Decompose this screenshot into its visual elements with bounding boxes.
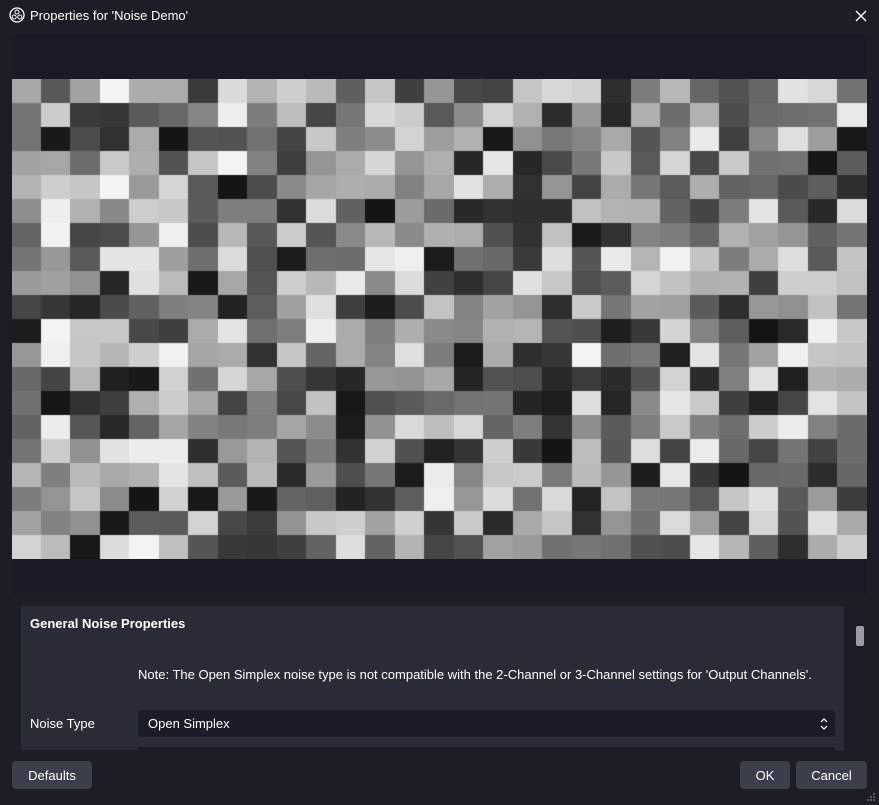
cancel-button[interactable]: Cancel: [796, 761, 867, 789]
close-icon: [855, 10, 867, 22]
title-bar: Properties for 'Noise Demo': [0, 0, 879, 32]
scrollbar-thumb[interactable]: [856, 626, 864, 646]
obs-logo-icon: [9, 7, 25, 23]
compatibility-note: Note: The Open Simplex noise type is not…: [138, 667, 812, 682]
resize-grip-icon[interactable]: [866, 792, 876, 802]
close-button[interactable]: [849, 4, 873, 28]
noise-preview-image: [12, 79, 867, 559]
updown-chevron-icon: [820, 718, 828, 730]
group-title: General Noise Properties: [30, 616, 186, 631]
noise-type-value: Open Simplex: [148, 716, 230, 731]
noise-type-select[interactable]: Open Simplex: [138, 710, 835, 737]
defaults-button[interactable]: Defaults: [12, 761, 92, 789]
ok-button[interactable]: OK: [740, 761, 790, 789]
noise-type-label: Noise Type: [30, 716, 95, 731]
next-field-partial: [138, 747, 835, 750]
properties-panel: General Noise Properties Note: The Open …: [21, 606, 844, 750]
window-title: Properties for 'Noise Demo': [30, 8, 189, 23]
